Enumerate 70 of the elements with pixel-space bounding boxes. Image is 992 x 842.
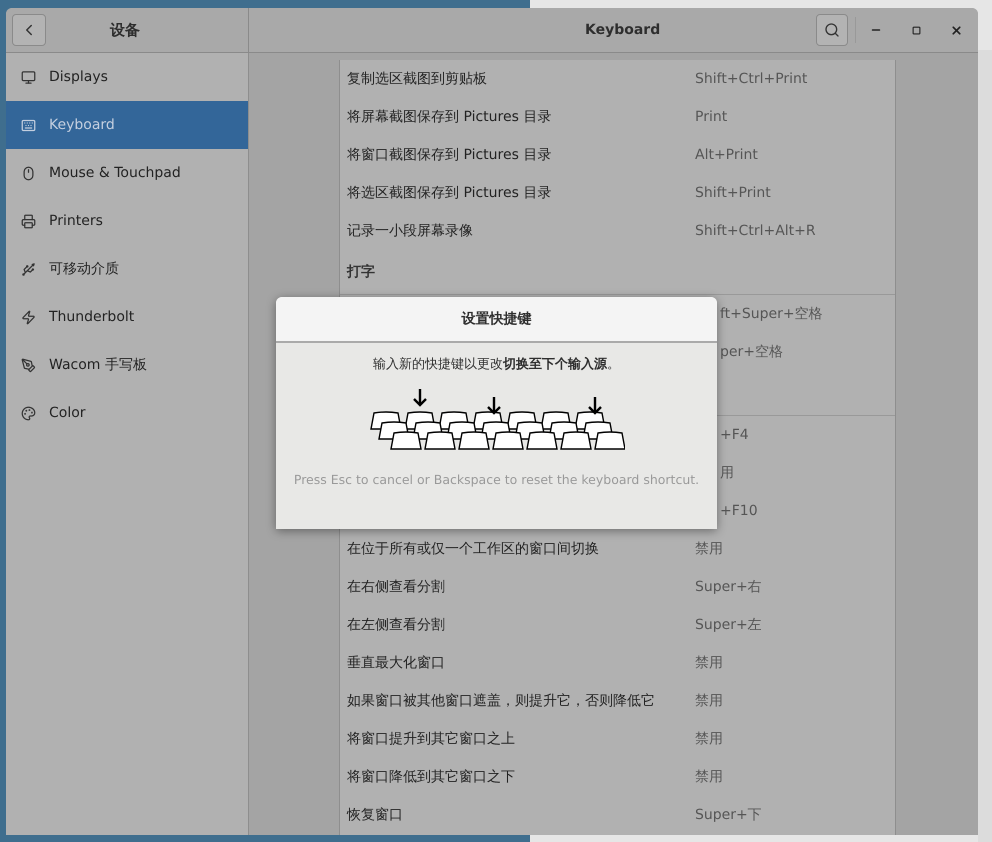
sidebar-item[interactable]: Thunderbolt [6,293,248,341]
shortcut-label: Shift+Ctrl+Alt+R [695,222,816,240]
shortcut-row[interactable]: 在左侧查看分割 Super+左 [340,606,895,644]
sidebar-item[interactable]: Mouse & Touchpad [6,149,248,197]
sidebar-item[interactable]: Printers [6,197,248,245]
shortcut-label: 禁用 [695,540,723,558]
shortcut-label: 禁用 [695,768,723,786]
shortcut-row[interactable]: 在右侧查看分割 Super+右 [340,568,895,606]
shortcut-row[interactable]: 恢复窗口 Super+下 [340,796,895,834]
shortcut-name: 将窗口提升到其它窗口之上 [347,730,516,748]
shortcut-label: Alt+Print [695,146,758,164]
pen-icon [21,358,36,372]
shortcut-label: Super+右 [695,578,762,596]
sidebar-item[interactable]: Wacom 手写板 [6,341,248,389]
shortcut-label: 禁用 [695,654,723,672]
shortcut-row[interactable]: 复制选区截图到剪贴板 Shift+Ctrl+Print [340,60,895,98]
sidebar-item[interactable]: 可移动介质 [6,245,248,293]
search-button[interactable] [816,14,848,46]
shortcut-row[interactable]: 将窗口截图保存到 Pictures 目录 Alt+Print [340,136,895,174]
shortcut-name: 将窗口降低到其它窗口之下 [347,768,516,786]
sidebar-title: 设备 [110,20,140,41]
dialog-hint: Press Esc to cancel or Backspace to reset the keyboard shortcut. [294,470,700,489]
shortcut-name: 将屏幕截图保存到 Pictures 目录 [347,108,552,126]
shortcut-name: 记录一小段屏幕录像 [347,222,474,240]
shortcut-name: 将选区截图保存到 Pictures 目录 [347,184,552,202]
shortcut-label: +F10 [720,502,758,520]
sidebar-item[interactable]: Keyboard [6,101,248,149]
dialog-message: 输入新的快捷键以更改切换至下个输入源。 [373,356,620,374]
maximize-icon [912,26,920,34]
search-icon [824,22,840,38]
shortcut-name: 垂直最大化窗口 [347,654,446,672]
sidebar-item[interactable]: Displays [6,53,248,101]
usb-icon [21,262,36,276]
shortcut-label: 禁用 [695,730,723,748]
section-heading: 打字 [347,262,375,282]
sidebar-item[interactable]: Color [6,389,248,437]
shortcut-label: per+空格 [720,342,783,362]
shortcut-label: Super+下 [695,806,762,824]
shortcut-name: 如果窗口被其他窗口遮盖，则提升它，否则降低它 [347,692,656,710]
shortcut-label: Shift+Print [695,184,771,202]
shortcut-row[interactable]: 将屏幕截图保存到 Pictures 目录 Print [340,98,895,136]
mouse-icon [21,166,36,180]
printer-icon [21,214,36,228]
shortcut-row[interactable]: 将窗口降低到其它窗口之下 禁用 [340,758,895,796]
dialog-title: 设置快捷键 [462,310,532,328]
shortcut-label: Shift+Ctrl+Print [695,70,808,88]
shortcut-label: ft+Super+空格 [720,304,823,324]
shortcut-name: 恢复窗口 [347,806,404,824]
shortcut-row[interactable]: 将选区截图保存到 Pictures 目录 Shift+Print [340,174,895,212]
shortcut-row[interactable]: 记录一小段屏幕录像 Shift+Ctrl+Alt+R [340,212,895,250]
shortcut-label: 禁用 [695,692,723,710]
monitor-icon [21,70,36,84]
shortcut-row[interactable]: 如果窗口被其他窗口遮盖，则提升它，否则降低它 禁用 [340,682,895,720]
shortcut-row[interactable]: 将窗口提升到其它窗口之上 禁用 [340,720,895,758]
palette-icon [21,406,36,420]
shortcut-name: 复制选区截图到剪贴板 [347,70,488,88]
shortcut-name: 在右侧查看分割 [347,578,446,596]
close-icon [950,24,962,36]
shortcut-label: Print [695,108,728,126]
shortcut-name: 在位于所有或仅一个工作区的窗口间切换 [347,540,600,558]
keyboard-icon [21,118,36,132]
shortcut-label: +F4 [720,426,749,444]
shortcut-label: 用 [720,464,734,482]
shortcut-name: 将窗口截图保存到 Pictures 目录 [347,146,552,164]
window-title: Keyboard [585,20,660,40]
shortcut-name: 在左侧查看分割 [347,616,446,634]
lightning-icon [21,310,36,324]
shortcut-row[interactable]: 在位于所有或仅一个工作区的窗口间切换 禁用 [340,530,895,568]
shortcut-row[interactable]: 垂直最大化窗口 禁用 [340,644,895,682]
shortcut-label: Super+左 [695,616,762,634]
